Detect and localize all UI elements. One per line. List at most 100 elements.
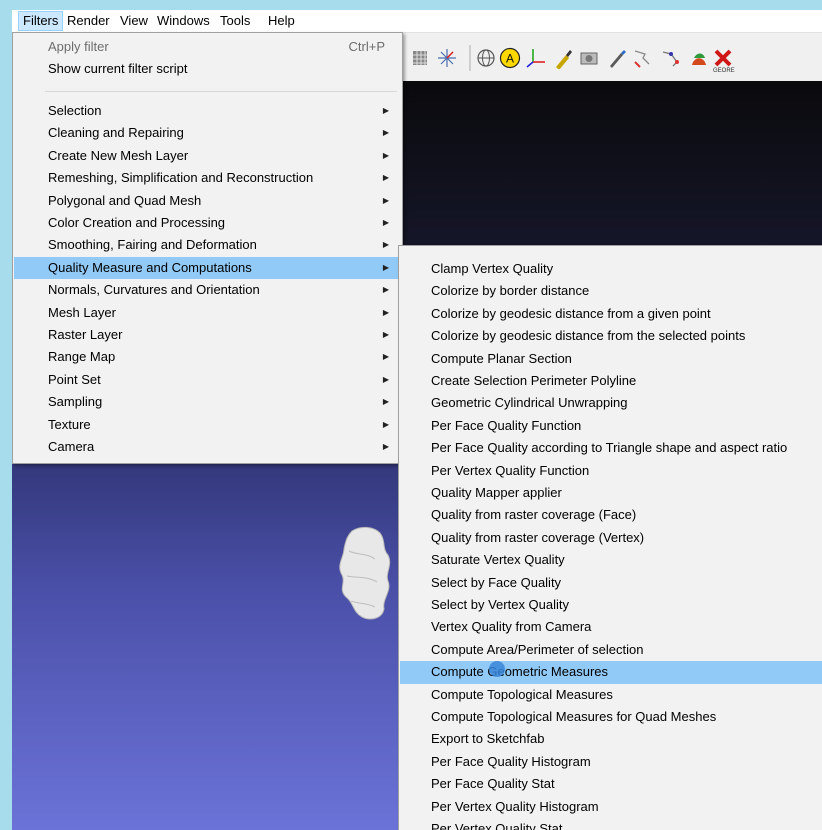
filter-item-label: Compute Area/Perimeter of selection [431, 641, 644, 657]
filter-category-item[interactable]: Quality Measure and Computations ▶ [14, 256, 399, 279]
menu-filters[interactable]: Filters [18, 11, 64, 31]
menu-help[interactable]: Help [264, 12, 299, 30]
quality-filter-item[interactable]: Quality from raster coverage (Vertex) [400, 527, 822, 549]
quality-filter-item[interactable]: Geometric Cylindrical Unwrapping [400, 392, 822, 414]
filter-category-item[interactable]: Sampling ▶ [14, 391, 399, 413]
quality-filter-item[interactable]: Colorize by border distance [400, 280, 822, 302]
quality-filter-item[interactable]: Compute Topological Measures for Quad Me… [400, 706, 822, 728]
filter-item-label: Create Selection Perimeter Polyline [431, 373, 637, 388]
filter-category-item[interactable]: Camera ▶ [14, 436, 399, 458]
filter-category-item[interactable]: Cleaning and Repairing ▶ [14, 122, 399, 144]
show-filter-script-item[interactable]: Show current filter script [14, 58, 399, 80]
submenu-arrow-icon: ▶ [382, 285, 389, 295]
camera-icon[interactable] [578, 47, 600, 69]
filter-category-item[interactable]: Color Creation and Processing ▶ [14, 212, 399, 234]
filter-item-label: Geometric Cylindrical Unwrapping [431, 395, 628, 411]
quality-filter-item[interactable]: Compute Planar Section [400, 348, 822, 370]
georef-icon[interactable] [712, 47, 734, 69]
filter-item-label: Quality Mapper applier [431, 485, 562, 500]
fruit-icon[interactable] [688, 47, 710, 69]
menu-render[interactable]: Render [63, 12, 114, 30]
axes-star-icon[interactable] [436, 47, 458, 69]
georef-label: GEORE [713, 68, 735, 74]
filter-category-item[interactable]: Selection ▶ [14, 100, 399, 122]
quality-filter-item[interactable]: Quality from raster coverage (Face) [400, 504, 822, 526]
category-label: Camera [48, 439, 95, 454]
quality-filter-item[interactable]: Per Face Quality according to Triangle s… [400, 437, 822, 459]
category-label: Remeshing, Simplification and Reconstruc… [48, 170, 314, 186]
filter-category-item[interactable]: Mesh Layer ▶ [14, 302, 399, 324]
menu-tools[interactable]: Tools [216, 12, 254, 30]
submenu-arrow-icon: ▶ [382, 218, 389, 227]
filter-category-item[interactable]: Texture ▶ [14, 414, 399, 436]
menu-windows[interactable]: Windows [153, 12, 214, 30]
quality-filter-item[interactable]: Per Face Quality Function [400, 415, 822, 437]
quality-filter-item[interactable]: Vertex Quality from Camera [400, 616, 822, 638]
filter-item-label: Compute Topological Measures [431, 686, 613, 702]
category-label: Mesh Layer [48, 304, 116, 320]
box-icon[interactable] [409, 47, 431, 69]
filter-category-item[interactable]: Range Map ▶ [14, 346, 399, 368]
svg-text:A: A [506, 52, 514, 66]
select-icon[interactable] [632, 47, 654, 69]
quality-filter-item[interactable]: Create Selection Perimeter Polyline [400, 370, 822, 392]
submenu-arrow-icon: ▶ [382, 262, 389, 272]
menu-view[interactable]: View [116, 12, 152, 30]
filter-category-item[interactable]: Normals, Curvatures and Orientation ▶ [14, 279, 399, 301]
category-label: Range Map [48, 349, 116, 365]
filter-item-label: Clamp Vertex Quality [431, 261, 554, 276]
filter-item-label: Per Face Quality Function [431, 417, 582, 433]
filter-category-item[interactable]: Remeshing, Simplification and Reconstruc… [14, 167, 399, 189]
quality-filter-item[interactable]: Compute Topological Measures [400, 684, 822, 706]
filter-item-label: Compute Planar Section [431, 350, 572, 366]
quality-filter-item[interactable]: Quality Mapper applier [400, 482, 822, 504]
submenu-arrow-icon: ▶ [382, 330, 389, 339]
filter-item-label: Quality from raster coverage (Face) [431, 507, 637, 523]
mesh-model [339, 526, 391, 620]
filter-item-label: Colorize by geodesic distance from a giv… [431, 305, 711, 321]
paint-icon[interactable] [552, 47, 574, 69]
menu-bar: Filters Render View Windows Tools Help [12, 10, 822, 33]
submenu-arrow-icon: ▶ [382, 128, 389, 138]
quality-filter-item[interactable]: Compute Geometric Measures [400, 661, 822, 684]
quality-filter-item[interactable]: Per Vertex Quality Histogram [400, 796, 822, 818]
quality-filter-item[interactable]: Per Face Quality Histogram [400, 751, 822, 773]
quality-filter-item[interactable]: Per Face Quality Stat [400, 773, 822, 795]
select-vertex-icon[interactable] [660, 47, 682, 69]
apply-filter-item[interactable]: Apply filter Ctrl+P [14, 36, 399, 58]
filter-category-item[interactable]: Smoothing, Fairing and Deformation ▶ [14, 234, 399, 256]
submenu-arrow-icon: ▶ [382, 150, 389, 160]
submenu-arrow-icon: ▶ [382, 240, 389, 250]
annotation-a-icon[interactable]: A [499, 47, 521, 69]
submenu-arrow-icon: ▶ [382, 307, 389, 317]
filter-category-item[interactable]: Polygonal and Quad Mesh ▶ [14, 190, 399, 212]
filter-category-item[interactable]: Raster Layer ▶ [14, 324, 399, 346]
filter-item-label: Saturate Vertex Quality [431, 552, 565, 568]
category-label: Normals, Curvatures and Orientation [48, 282, 260, 298]
filter-item-label: Per Vertex Quality Function [431, 462, 590, 478]
quality-filter-item[interactable]: Saturate Vertex Quality [400, 549, 822, 571]
quality-measure-submenu: Clamp Vertex Quality Colorize by border d… [398, 245, 822, 830]
category-label: Cleaning and Repairing [48, 125, 184, 141]
filter-category-item[interactable]: Create New Mesh Layer ▶ [14, 145, 399, 167]
submenu-arrow-icon: ▶ [382, 374, 389, 384]
quality-filter-item[interactable]: Colorize by geodesic distance from the s… [400, 325, 822, 347]
quality-filter-item[interactable]: Select by Vertex Quality [400, 594, 822, 616]
quality-filter-item[interactable]: Export to Sketchfab [400, 728, 822, 750]
quality-filter-item[interactable]: Select by Face Quality [400, 572, 822, 594]
category-label: Smoothing, Fairing and Deformation [48, 237, 257, 253]
quality-filter-item[interactable]: Per Vertex Quality Function [400, 460, 822, 482]
globe-icon[interactable] [475, 47, 497, 69]
filter-item-label: Compute Geometric Measures [431, 664, 609, 680]
quality-filter-item[interactable]: Compute Area/Perimeter of selection [400, 639, 822, 661]
filter-item-label: Per Face Quality Histogram [431, 753, 591, 769]
filter-item-label: Vertex Quality from Camera [431, 619, 592, 635]
axis-icon[interactable] [525, 47, 547, 69]
quality-filter-item[interactable]: Clamp Vertex Quality [400, 258, 822, 280]
filter-category-item[interactable]: Point Set ▶ [14, 369, 399, 391]
shortcut-label: Ctrl+P [348, 39, 385, 54]
filter-item-label: Per Vertex Quality Stat [431, 821, 563, 830]
brush-icon[interactable] [606, 47, 628, 69]
quality-filter-item[interactable]: Colorize by geodesic distance from a giv… [400, 303, 822, 325]
quality-filter-item[interactable]: Per Vertex Quality Stat [400, 818, 822, 830]
